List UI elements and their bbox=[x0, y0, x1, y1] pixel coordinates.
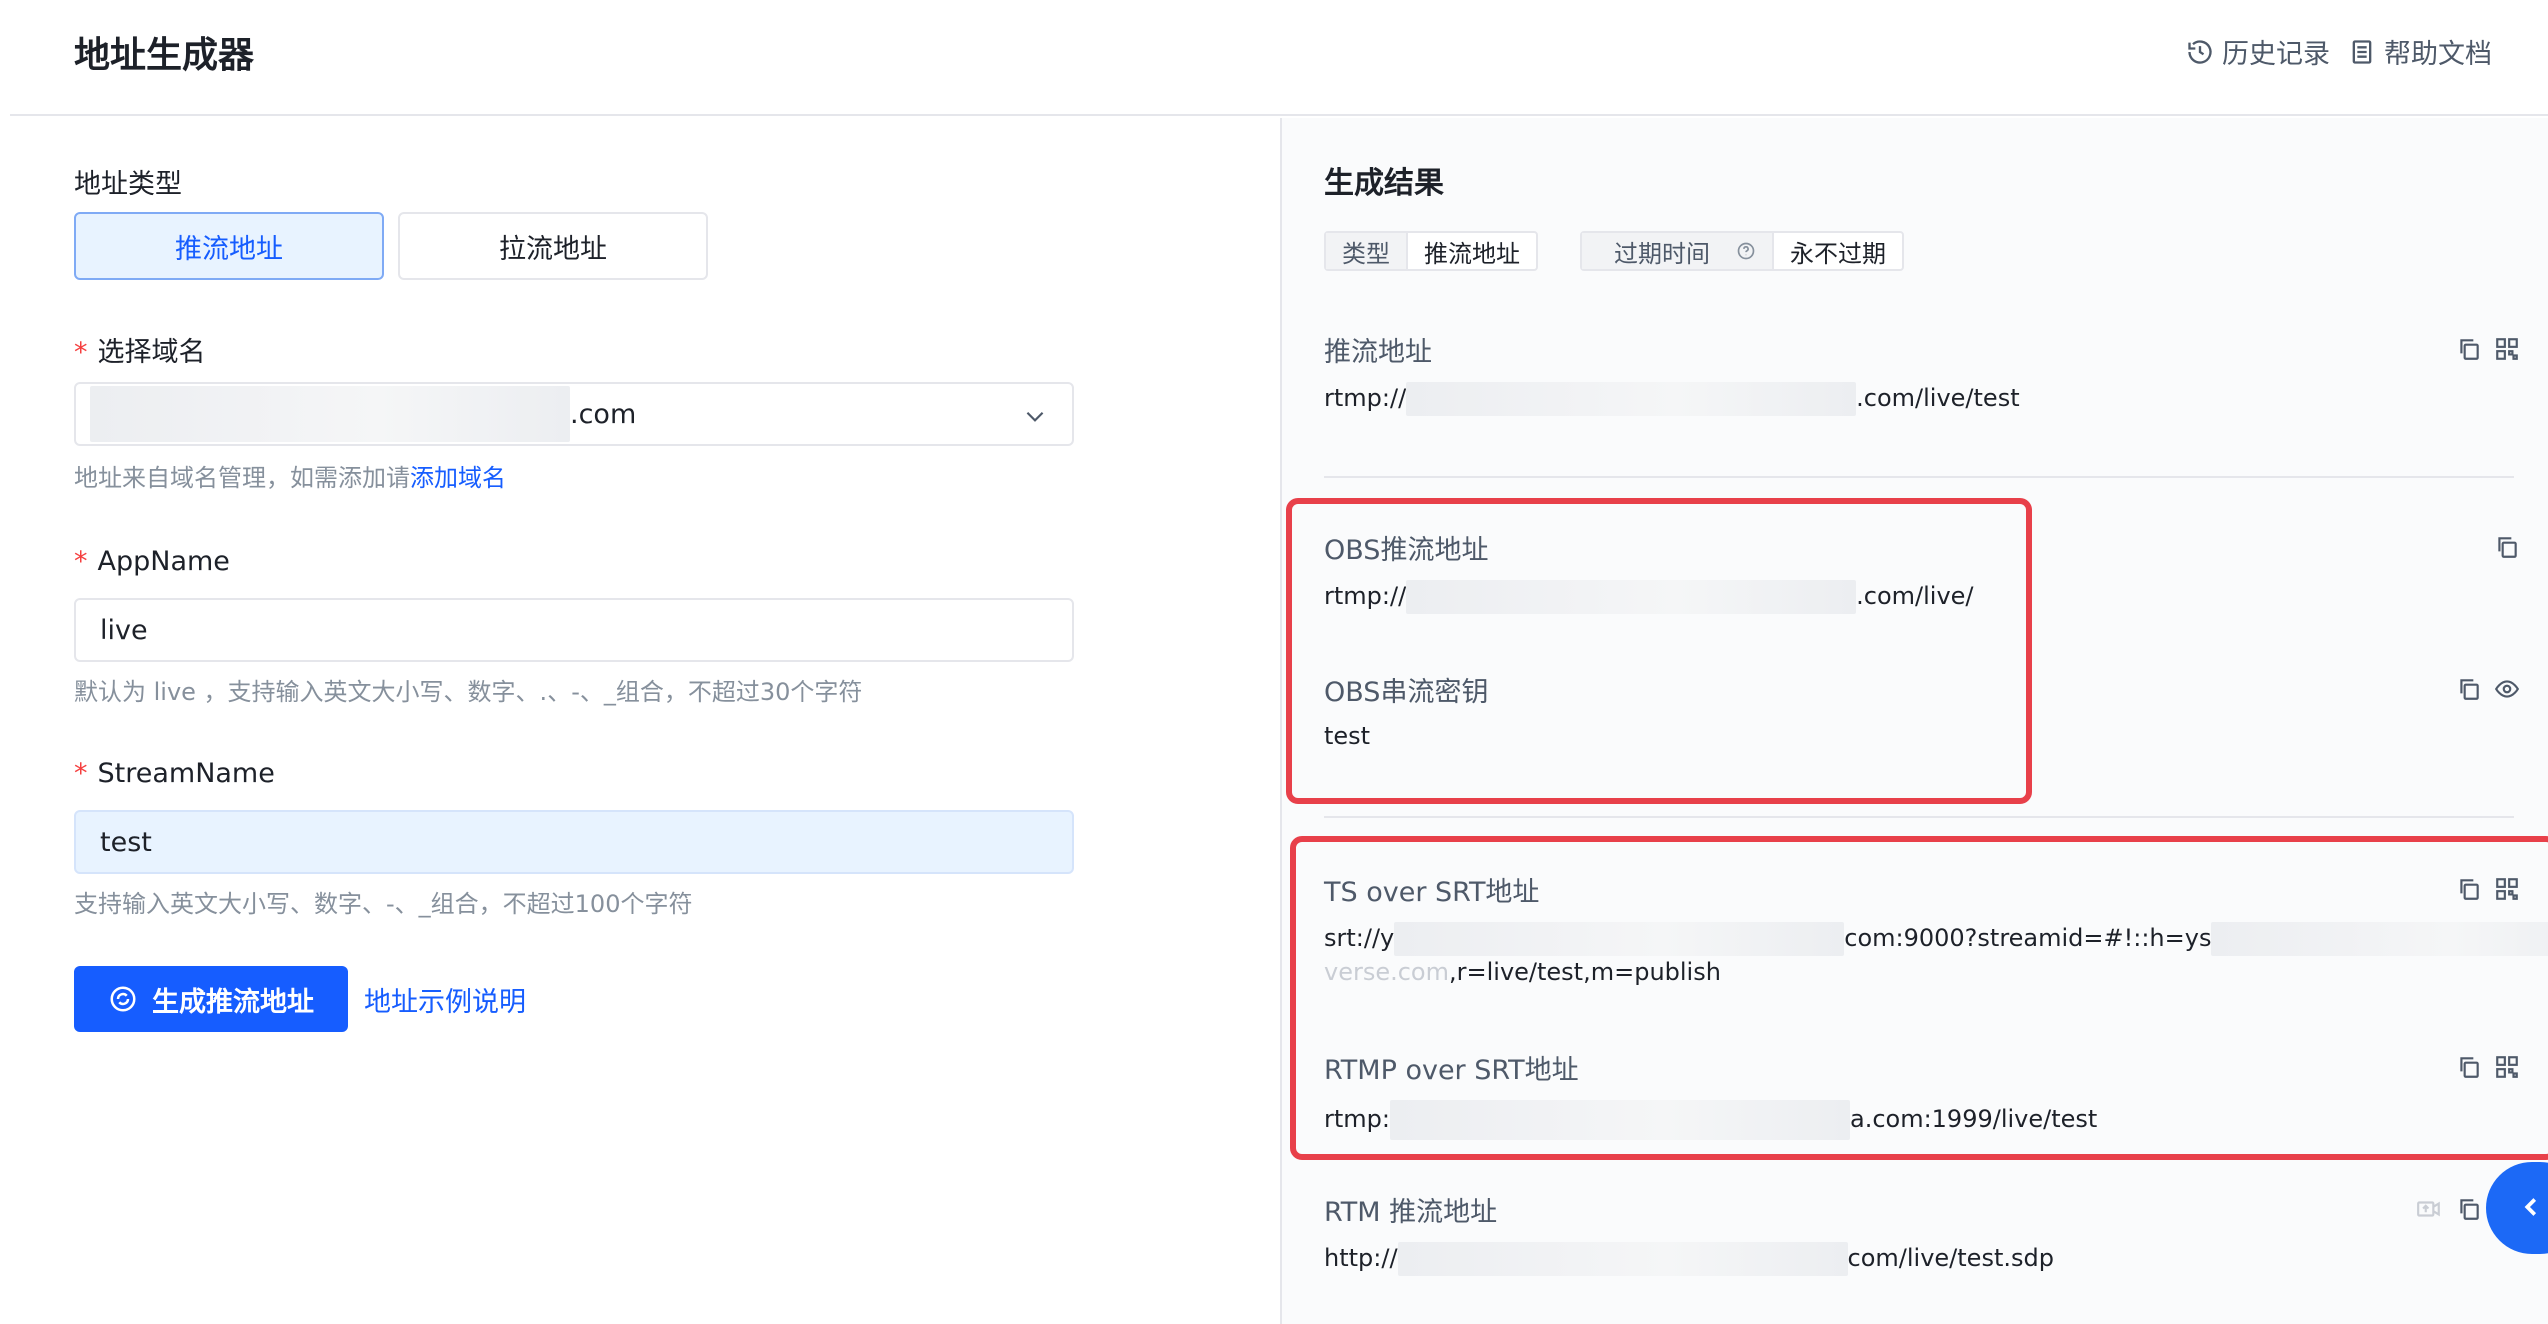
appname-label: * AppName bbox=[74, 546, 230, 577]
rtm-prefix: http:// bbox=[1324, 1244, 1398, 1272]
example-link[interactable]: 地址示例说明 bbox=[364, 980, 526, 1019]
help-docs-label: 帮助文档 bbox=[2384, 39, 2492, 70]
copy-icon[interactable] bbox=[2456, 1196, 2482, 1222]
streamname-label: * StreamName bbox=[74, 758, 275, 789]
generate-button-label: 生成推流地址 bbox=[152, 986, 314, 1018]
obs-highlight-box bbox=[1286, 498, 2032, 804]
app-header: 地址生成器 历史记录 帮助文档 bbox=[10, 0, 2548, 116]
domain-label: * 选择域名 bbox=[74, 337, 206, 368]
domain-hint-text: 地址来自域名管理，如需添加请 bbox=[74, 464, 410, 492]
copy-icon[interactable] bbox=[2456, 336, 2482, 362]
chevron-down-icon bbox=[1026, 411, 1044, 422]
add-domain-link[interactable]: 添加域名 bbox=[410, 464, 506, 492]
qrcode-icon[interactable] bbox=[2494, 336, 2520, 362]
redacted-host bbox=[1406, 382, 1857, 416]
push-address-value: rtmp:// .com/live/test bbox=[1324, 382, 2020, 416]
domain-select[interactable]: .com bbox=[74, 382, 1074, 446]
rtm-suffix: com/live/test.sdp bbox=[1847, 1244, 2054, 1272]
type-tag: 类型 推流地址 bbox=[1324, 231, 1538, 271]
push-prefix: rtmp:// bbox=[1324, 384, 1407, 412]
rtm-address-value: http:// com/live/test.sdp bbox=[1324, 1242, 2054, 1276]
domain-hint: 地址来自域名管理，如需添加请添加域名 bbox=[74, 458, 506, 493]
appname-hint: 默认为 live ，支持输入英文大小写、数字、.、-、_组合，不超过30个字符 bbox=[74, 678, 863, 706]
domain-suffix: .com bbox=[570, 398, 637, 430]
appname-input[interactable] bbox=[74, 598, 1074, 662]
section-divider bbox=[1324, 816, 2514, 818]
camera-upload-icon[interactable] bbox=[2416, 1196, 2442, 1222]
rtm-address-label: RTM 推流地址 bbox=[1324, 1197, 1498, 1228]
address-type-label: 地址类型 bbox=[74, 169, 182, 200]
expire-tag: 过期时间 永不过期 bbox=[1580, 231, 1904, 271]
expire-key-text: 过期时间 bbox=[1614, 239, 1710, 268]
generate-button[interactable]: 生成推流地址 bbox=[74, 966, 348, 1032]
document-icon bbox=[2352, 39, 2372, 64]
push-suffix: .com/live/test bbox=[1856, 384, 2020, 412]
history-icon bbox=[2188, 39, 2212, 64]
help-docs-button[interactable]: 帮助文档 bbox=[2348, 32, 2492, 71]
streamname-input[interactable] bbox=[74, 810, 1074, 874]
page-title: 地址生成器 bbox=[74, 35, 255, 76]
expire-value: 永不过期 bbox=[1790, 239, 1886, 268]
push-address-label: 推流地址 bbox=[1324, 337, 1432, 368]
result-title: 生成结果 bbox=[1324, 166, 1444, 201]
section-divider bbox=[1324, 476, 2514, 478]
redacted-domain bbox=[90, 386, 570, 442]
domain-label-text: 选择域名 bbox=[97, 337, 206, 368]
eye-icon[interactable] bbox=[2494, 676, 2520, 702]
push-address-tab[interactable]: 推流地址 bbox=[74, 212, 384, 280]
srt-highlight-box bbox=[1290, 836, 2548, 1160]
type-key: 类型 bbox=[1326, 233, 1408, 269]
redacted-host bbox=[1397, 1242, 1848, 1276]
generator-form: 地址类型 bbox=[10, 118, 1280, 1324]
type-value: 推流地址 bbox=[1424, 239, 1520, 268]
copy-icon[interactable] bbox=[2456, 676, 2482, 702]
refresh-icon bbox=[110, 986, 136, 1012]
expire-key: 过期时间 bbox=[1582, 233, 1774, 269]
history-label: 历史记录 bbox=[2222, 39, 2330, 70]
pull-address-tab[interactable]: 拉流地址 bbox=[398, 212, 708, 280]
history-button[interactable]: 历史记录 bbox=[2186, 32, 2330, 71]
page: 地址生成器 历史记录 帮助文档 地址类型 推流地址 拉流地址 * 选择域名 .co… bbox=[10, 0, 2548, 1324]
chevron-left-icon bbox=[2524, 1198, 2537, 1216]
help-circle-icon[interactable] bbox=[1736, 241, 1756, 261]
appname-label-text: AppName bbox=[97, 546, 230, 577]
copy-icon[interactable] bbox=[2494, 534, 2520, 560]
streamname-hint: 支持输入英文大小写、数字、-、_组合，不超过100个字符 bbox=[74, 890, 693, 918]
streamname-label-text: StreamName bbox=[97, 758, 275, 789]
